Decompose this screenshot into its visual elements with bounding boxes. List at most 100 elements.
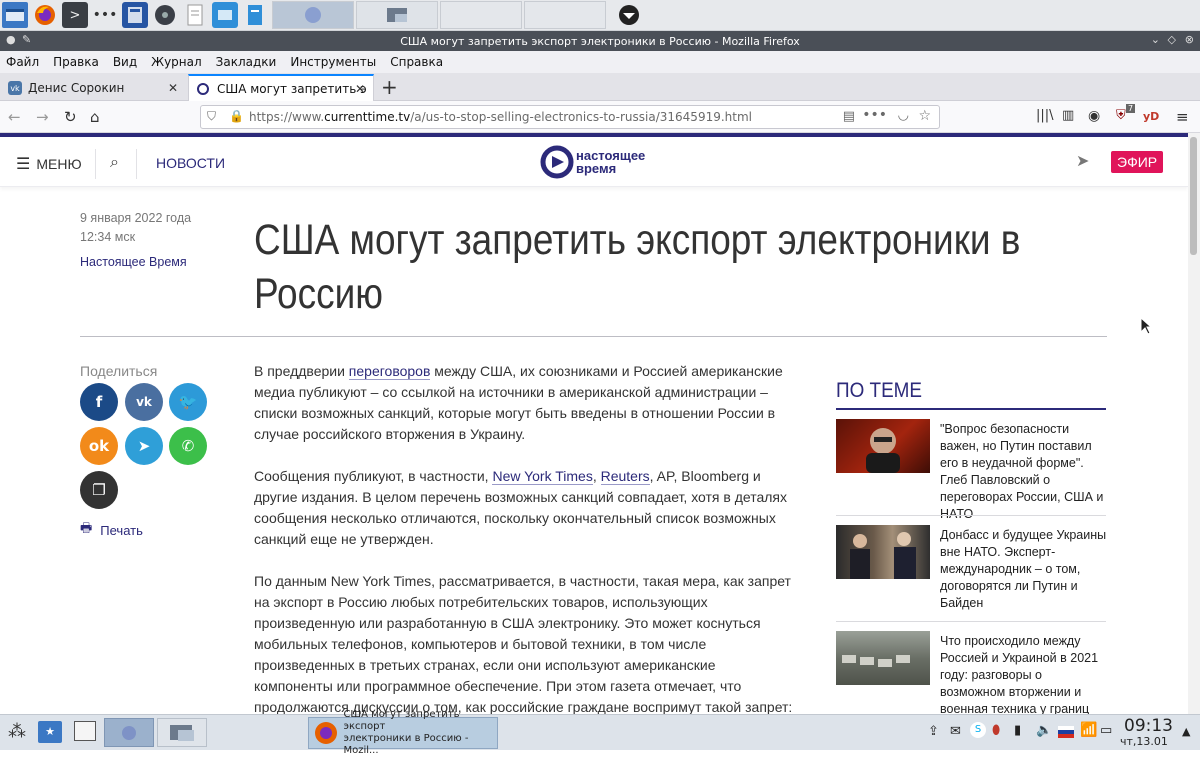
forward-icon[interactable]: → bbox=[36, 108, 49, 126]
wifi-tray-icon[interactable]: 📶 bbox=[1080, 722, 1097, 738]
clock-time[interactable]: 09:13 bbox=[1124, 716, 1173, 736]
task-label-line1: США могут запретить экспорт bbox=[343, 709, 460, 732]
reload-icon[interactable]: ↻ bbox=[64, 108, 77, 126]
yandex-disk-icon[interactable]: yD bbox=[1143, 110, 1159, 123]
article-author[interactable]: Настоящее Время bbox=[80, 255, 187, 269]
site-logo[interactable]: настоящее время bbox=[540, 145, 645, 179]
reader-view-icon[interactable]: ▤ bbox=[843, 109, 855, 124]
screenshot-tool-icon[interactable] bbox=[212, 2, 238, 28]
tracking-shield-icon[interactable]: ⛉ bbox=[207, 109, 216, 124]
disc-icon[interactable] bbox=[152, 2, 178, 28]
file-manager-icon[interactable]: ★ bbox=[38, 721, 62, 743]
share-vk-icon[interactable]: vk bbox=[125, 383, 163, 421]
page-actions-icon[interactable]: ••• bbox=[862, 107, 887, 123]
share-twitter-icon[interactable]: 🐦 bbox=[169, 383, 207, 421]
maximize-icon[interactable]: ◇ bbox=[1168, 33, 1176, 46]
menu-edit[interactable]: Правка bbox=[53, 55, 99, 69]
taskbar-thumb-firefox[interactable] bbox=[104, 718, 154, 747]
related-image-1[interactable] bbox=[836, 419, 930, 473]
article-time: 12:34 мск bbox=[80, 230, 136, 244]
mail-tray-icon[interactable]: ✉ bbox=[950, 724, 961, 739]
related-image-2[interactable] bbox=[836, 525, 930, 579]
tab-close-icon[interactable]: ✕ bbox=[355, 82, 365, 96]
share-facebook-icon[interactable]: f bbox=[80, 383, 118, 421]
taskbar-window-firefox[interactable] bbox=[272, 1, 354, 29]
yandex-disk-tray-icon[interactable]: ⬮ bbox=[992, 723, 1000, 738]
app-menu-icon[interactable]: ⁂ bbox=[8, 721, 26, 742]
share-whatsapp-icon[interactable]: ✆ bbox=[169, 427, 207, 465]
volume-tray-icon[interactable]: 🔈 bbox=[1036, 723, 1052, 738]
search-icon[interactable]: ⌕ bbox=[110, 152, 119, 172]
account-icon[interactable]: ◉ bbox=[1088, 108, 1100, 124]
calculator-icon[interactable] bbox=[122, 2, 148, 28]
scrollbar-thumb[interactable] bbox=[1190, 137, 1197, 255]
pin-icon[interactable]: ✎ bbox=[22, 33, 31, 46]
share-ok-icon[interactable]: ok bbox=[80, 427, 118, 465]
tab-close-icon[interactable]: ✕ bbox=[168, 81, 178, 95]
news-link[interactable]: НОВОСТИ bbox=[156, 155, 225, 171]
copy-link-icon[interactable]: ❐ bbox=[80, 471, 118, 509]
menu-help[interactable]: Справка bbox=[390, 55, 443, 69]
nyt-link[interactable]: New York Times bbox=[492, 468, 593, 485]
minimize-chevron-icon[interactable]: ⌄ bbox=[1151, 33, 1160, 46]
keyboard-layout-flag-icon[interactable] bbox=[1058, 726, 1074, 738]
related-item-1[interactable]: "Вопрос безопасности важен, но Путин пос… bbox=[940, 421, 1110, 523]
battery-tray-icon[interactable]: ▭ bbox=[1100, 723, 1112, 738]
taskbar-task-firefox[interactable]: США могут запретить экспорт электроники … bbox=[308, 709, 498, 756]
firefox-icon[interactable] bbox=[32, 2, 58, 28]
url-bar[interactable]: ⛉ 🔒 https://www. currenttime.tv/a/us-to-s… bbox=[200, 105, 940, 129]
terminal-icon[interactable]: > bbox=[62, 2, 88, 28]
text-editor-icon[interactable] bbox=[182, 2, 208, 28]
menu-file[interactable]: Файл bbox=[6, 55, 39, 69]
document-icon[interactable] bbox=[242, 2, 268, 28]
bookmark-star-icon[interactable]: ☆ bbox=[918, 108, 931, 124]
vk-favicon-icon: vk bbox=[8, 81, 22, 95]
new-tab-button[interactable]: + bbox=[381, 75, 398, 99]
tab-vk[interactable]: vk Денис Сорокин ✕ bbox=[0, 75, 186, 101]
telegram-icon[interactable]: ➤ bbox=[1076, 151, 1089, 170]
taskbar-window-empty-1[interactable] bbox=[440, 1, 522, 29]
share-telegram-icon[interactable]: ➤ bbox=[125, 427, 163, 465]
tray-app-icon[interactable] bbox=[616, 2, 642, 28]
related-divider bbox=[836, 621, 1106, 622]
paragraph-text: В преддверии bbox=[254, 363, 349, 379]
reuters-link[interactable]: Reuters bbox=[600, 468, 650, 485]
app-launcher-icon[interactable] bbox=[2, 2, 28, 28]
ublock-icon[interactable]: ⛨ bbox=[1116, 108, 1126, 123]
tab-article[interactable]: США могут запретить э ✕ bbox=[188, 74, 374, 102]
related-item-2[interactable]: Донбасс и будущее Украины вне НАТО. Эксп… bbox=[940, 527, 1110, 612]
menu-history[interactable]: Журнал bbox=[151, 55, 202, 69]
site-menu-button[interactable]: ☰ МЕНЮ bbox=[16, 154, 82, 173]
live-button[interactable]: ЭФИР bbox=[1111, 151, 1164, 173]
updates-tray-icon[interactable]: ⇪ bbox=[928, 724, 939, 739]
clipboard-tray-icon[interactable]: ▮ bbox=[1014, 723, 1021, 738]
skype-tray-icon[interactable]: S bbox=[970, 722, 986, 738]
back-icon[interactable]: ← bbox=[8, 108, 21, 126]
sidebar-icon[interactable]: ▥ bbox=[1062, 108, 1074, 123]
window-menu-icon[interactable]: ● bbox=[6, 33, 16, 46]
hamburger-menu-icon[interactable]: ≡ bbox=[1176, 108, 1189, 126]
clock-date[interactable]: чт,13.01 bbox=[1120, 735, 1168, 748]
show-desktop-icon[interactable] bbox=[74, 721, 96, 741]
web-page: ☰ МЕНЮ ⌕ НОВОСТИ настоящее время ➤ ЭФИР … bbox=[0, 133, 1188, 714]
menu-tools[interactable]: Инструменты bbox=[290, 55, 376, 69]
related-image-3[interactable] bbox=[836, 631, 930, 685]
menu-bookmarks[interactable]: Закладки bbox=[216, 55, 277, 69]
negotiations-link[interactable]: переговоров bbox=[348, 363, 431, 380]
more-apps-icon[interactable]: ••• bbox=[92, 2, 118, 28]
menu-view[interactable]: Вид bbox=[113, 55, 137, 69]
taskbar-window-empty-2[interactable] bbox=[524, 1, 606, 29]
print-button[interactable]: 🖶 Печать bbox=[80, 519, 143, 541]
related-item-3[interactable]: Что происходило между Россией и Украиной… bbox=[940, 633, 1110, 714]
taskbar-window-files[interactable] bbox=[356, 1, 438, 29]
lock-icon[interactable]: 🔒 bbox=[229, 109, 244, 123]
pocket-icon[interactable]: ◡ bbox=[898, 108, 909, 123]
close-window-icon[interactable]: ⊗ bbox=[1185, 33, 1194, 46]
paragraph-text: Сообщения публикуют, в частности, bbox=[254, 468, 493, 484]
header-divider bbox=[136, 149, 137, 179]
library-icon[interactable]: |||\ bbox=[1036, 108, 1054, 123]
notifications-tray-icon[interactable]: ▲ bbox=[1182, 725, 1190, 738]
home-icon[interactable]: ⌂ bbox=[90, 108, 100, 126]
taskbar-thumb-files[interactable] bbox=[157, 718, 207, 747]
page-scrollbar[interactable] bbox=[1188, 133, 1200, 714]
